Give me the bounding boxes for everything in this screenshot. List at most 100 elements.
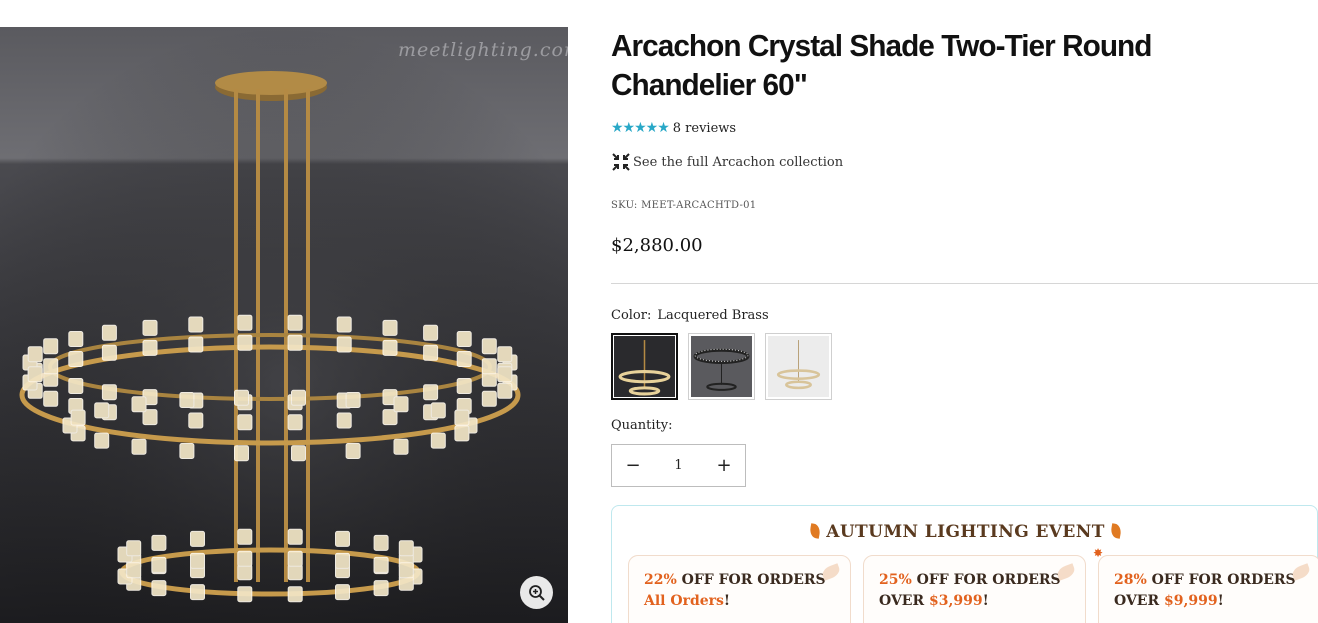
- crystal-shade: [345, 443, 361, 459]
- crystal-shade: [188, 412, 204, 429]
- decrement-button[interactable]: −: [612, 445, 654, 486]
- promo-title: AUTUMN LIGHTING EVENT: [826, 522, 1105, 542]
- leaf-icon: [809, 523, 822, 539]
- crystal-shade: [142, 339, 158, 356]
- crystal-shade: [237, 334, 253, 351]
- crystal-shade: [237, 528, 253, 545]
- crystal-shade: [497, 346, 513, 363]
- crystal-shade: [237, 414, 253, 431]
- color-selection-label: Color: Lacquered Brass: [611, 308, 769, 323]
- star-rating-icon: ★★★★★: [611, 120, 670, 136]
- crystal-shade: [237, 314, 253, 331]
- promo-card[interactable]: 22% OFF FOR ORDERS All Orders!: [628, 555, 851, 623]
- threshold-prefix: OVER: [879, 593, 929, 609]
- crystal-shade: [398, 540, 414, 557]
- increment-button[interactable]: +: [703, 445, 745, 486]
- crystal-shade: [481, 390, 497, 407]
- crystal-shade: [287, 414, 303, 431]
- promo-card-line2: OVER $9,999!: [1114, 591, 1318, 612]
- product-image[interactable]: meetlighting.com: [0, 27, 568, 623]
- promo-card[interactable]: 28% OFF FOR ORDERS OVER $9,999!: [1098, 555, 1318, 623]
- crystal-shade: [287, 550, 303, 567]
- crystal-shade: [94, 402, 110, 419]
- review-count[interactable]: 8 reviews: [673, 121, 736, 136]
- crystal-shade: [423, 384, 439, 401]
- quantity-input[interactable]: [658, 458, 699, 473]
- crystal-shade: [188, 316, 204, 333]
- chandelier-photo: [0, 27, 568, 623]
- crystal-shade: [456, 378, 472, 394]
- crystal-shade: [398, 562, 414, 579]
- crystal-shade: [456, 331, 472, 347]
- discount-text: OFF FOR ORDERS: [911, 572, 1061, 588]
- crystal-shade: [287, 586, 303, 603]
- zoom-button[interactable]: [520, 576, 553, 609]
- crystal-shade: [373, 580, 389, 597]
- quantity-label: Quantity:: [611, 418, 673, 433]
- discount-text: OFF FOR ORDERS: [676, 572, 826, 588]
- swatch-lacquered-brass[interactable]: [611, 333, 678, 400]
- collection-link[interactable]: See the full Arcachon collection: [611, 152, 843, 172]
- crystal-shade: [336, 336, 352, 353]
- crystal-shade: [126, 540, 142, 557]
- rating[interactable]: ★★★★★ 8 reviews: [611, 120, 736, 136]
- crystal-shade: [454, 409, 470, 426]
- zoom-in-icon: [528, 584, 545, 601]
- crystal-shade: [237, 550, 253, 567]
- price: $2,880.00: [611, 235, 703, 256]
- discount-percent: 22%: [644, 572, 677, 588]
- crystal-shade: [43, 390, 59, 407]
- promo-card-line1: 25% OFF FOR ORDERS: [879, 570, 1085, 591]
- threshold: $3,999: [929, 593, 983, 609]
- crystal-shade: [43, 358, 59, 375]
- crystal-shade: [188, 336, 204, 353]
- product-title: Arcachon Crystal Shade Two-Tier Round Ch…: [611, 28, 1152, 102]
- punctuation: !: [982, 593, 989, 609]
- swatch-thumbnail: [768, 336, 829, 397]
- divider: [611, 283, 1318, 284]
- crystal-shade: [335, 584, 350, 601]
- promo-card-line1: 22% OFF FOR ORDERS: [644, 570, 850, 591]
- promo-title-row: AUTUMN LIGHTING EVENT: [612, 522, 1318, 542]
- crystal-shade: [497, 382, 513, 399]
- crystal-shade: [423, 324, 439, 341]
- crystal-shade: [27, 366, 43, 383]
- crystal-shade: [291, 445, 306, 462]
- crystal-shade: [335, 552, 350, 569]
- threshold-prefix: OVER: [1114, 593, 1164, 609]
- crystal-shade: [287, 528, 303, 545]
- crystal-shade: [101, 324, 117, 341]
- crystal-shade: [430, 402, 446, 419]
- discount-percent: 28%: [1114, 572, 1147, 588]
- crystal-shade: [373, 556, 389, 573]
- crystal-shade: [126, 562, 142, 579]
- threshold: All Orders: [644, 593, 724, 609]
- crystal-shade: [131, 396, 147, 413]
- discount-text: OFF FOR ORDERS: [1146, 572, 1296, 588]
- collection-link-label: See the full Arcachon collection: [633, 154, 844, 170]
- crystal-shade: [190, 552, 205, 569]
- crystal-shade: [287, 564, 303, 581]
- crystal-shade: [179, 392, 195, 408]
- crystal-shade: [151, 556, 167, 573]
- swatch-thumbnail: [614, 336, 675, 397]
- threshold: $9,999: [1164, 593, 1218, 609]
- promo-card-line2: All Orders!: [644, 591, 850, 612]
- promo-card[interactable]: 25% OFF FOR ORDERS OVER $3,999!: [863, 555, 1086, 623]
- crystal-shade: [373, 534, 389, 551]
- punctuation: !: [723, 593, 731, 609]
- crystal-shade: [101, 344, 117, 361]
- color-value: Lacquered Brass: [657, 308, 769, 323]
- crystal-shade: [43, 338, 59, 355]
- punctuation: !: [1217, 593, 1224, 609]
- crystal-shade: [142, 319, 158, 336]
- crystal-shade: [131, 438, 147, 455]
- promo-card-line1: 28% OFF FOR ORDERS: [1114, 570, 1318, 591]
- crystal-shade: [430, 432, 446, 449]
- swatch-dark-finish[interactable]: [688, 333, 755, 400]
- promo-banner: AUTUMN LIGHTING EVENT ✸ 22% OFF FOR ORDE…: [611, 505, 1318, 623]
- swatch-light-finish[interactable]: [765, 333, 832, 400]
- sku: SKU: MEET-ARCACHTD-01: [611, 200, 757, 211]
- crystal-shade: [423, 344, 439, 361]
- crystal-shade: [481, 338, 497, 355]
